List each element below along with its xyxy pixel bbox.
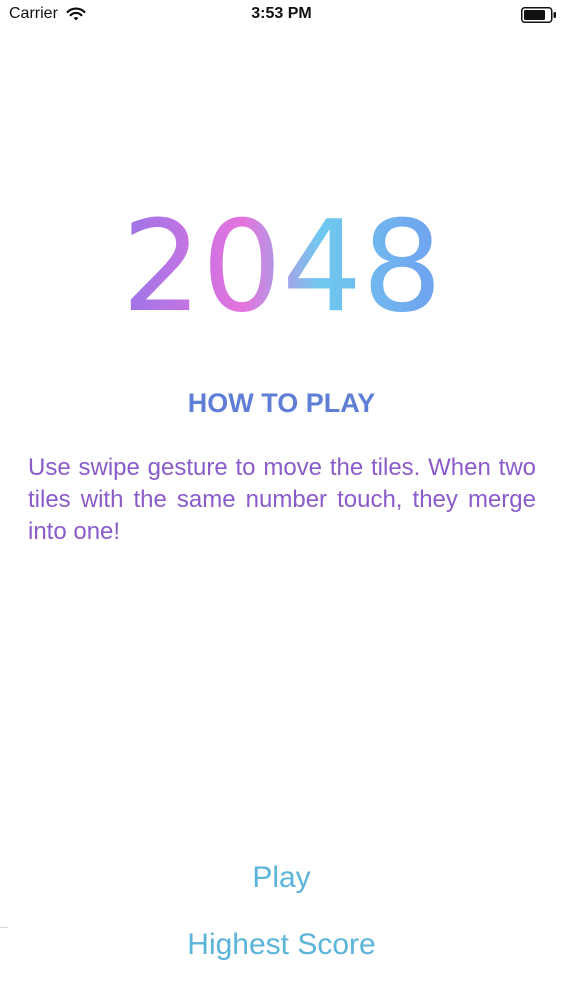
play-button[interactable]: Play [0, 861, 563, 895]
highest-score-button[interactable]: Highest Score [0, 928, 563, 962]
battery-icon [521, 7, 556, 23]
how-to-play-description: Use swipe gesture to move the tiles. Whe… [28, 454, 536, 545]
game-logo: 2048 [0, 190, 563, 330]
status-bar: Carrier 3:53 PM [0, 0, 563, 30]
logo-2048: 2048 [121, 193, 442, 330]
divider [0, 927, 8, 928]
logo-text: 2048 [121, 193, 442, 330]
how-to-play-title: HOW TO PLAY [187, 388, 376, 418]
status-time: 3:53 PM [251, 5, 312, 22]
